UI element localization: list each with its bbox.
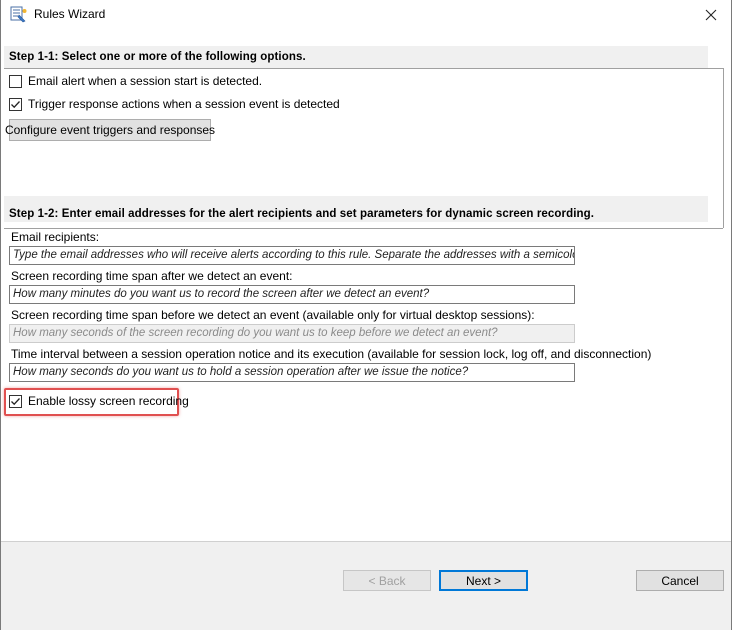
record-after-input[interactable]: How many minutes do you want us to recor…: [9, 285, 575, 304]
window-title: Rules Wizard: [34, 7, 106, 21]
email-recipients-label: Email recipients:: [11, 230, 100, 244]
notice-interval-label: Time interval between a session operatio…: [11, 347, 652, 361]
trigger-response-checkbox[interactable]: [9, 97, 22, 111]
rules-wizard-icon: [10, 6, 27, 23]
lossy-recording-label: Enable lossy screen recording: [28, 394, 189, 408]
close-icon: [705, 9, 717, 21]
lossy-recording-checkbox[interactable]: [9, 394, 22, 408]
email-alert-label: Email alert when a session start is dete…: [28, 74, 263, 88]
email-alert-option[interactable]: Email alert when a session start is dete…: [9, 73, 262, 89]
close-button[interactable]: [691, 0, 731, 30]
divider: [4, 68, 723, 69]
notice-interval-input[interactable]: How many seconds do you want us to hold …: [9, 363, 575, 382]
email-alert-checkbox[interactable]: [9, 74, 22, 88]
record-after-label: Screen recording time span after we dete…: [11, 269, 293, 283]
divider: [4, 228, 723, 229]
cancel-button[interactable]: Cancel: [636, 570, 724, 591]
divider: [723, 68, 724, 228]
step-1-2-header: Step 1-2: Enter email addresses for the …: [4, 196, 708, 222]
email-recipients-input[interactable]: Type the email addresses who will receiv…: [9, 246, 575, 265]
record-before-input: How many seconds of the screen recording…: [9, 324, 575, 343]
step-1-1-header: Step 1-1: Select one or more of the foll…: [4, 46, 708, 68]
rules-wizard-window: Rules Wizard Step 1-1: Select one or mor…: [0, 0, 732, 630]
checkmark-icon: [11, 397, 20, 405]
configure-triggers-button[interactable]: Configure event triggers and responses: [5, 119, 215, 141]
lossy-recording-option[interactable]: Enable lossy screen recording: [9, 393, 189, 409]
checkmark-icon: [11, 100, 20, 108]
record-before-label: Screen recording time span before we det…: [11, 308, 535, 322]
next-button[interactable]: Next >: [439, 570, 528, 591]
trigger-response-label: Trigger response actions when a session …: [28, 97, 340, 111]
trigger-response-option[interactable]: Trigger response actions when a session …: [9, 96, 340, 112]
back-button[interactable]: < Back: [343, 570, 431, 591]
title-bar: Rules Wizard: [1, 0, 731, 30]
